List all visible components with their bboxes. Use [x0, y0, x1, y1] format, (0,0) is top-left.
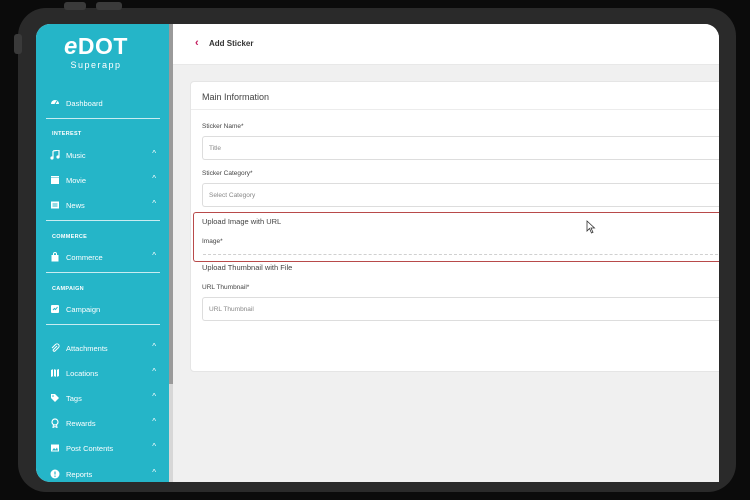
sidebar-item-attachments[interactable]: Attachments ^	[50, 340, 162, 356]
image-dropzone-line[interactable]	[203, 254, 719, 255]
sidebar-item-campaign[interactable]: Campaign	[50, 301, 162, 317]
sidebar-divider	[46, 324, 160, 325]
section-label-interest: INTEREST	[52, 131, 82, 137]
device-button	[14, 34, 22, 54]
image-icon	[50, 443, 60, 453]
campaign-icon	[50, 304, 60, 314]
device-button	[64, 2, 86, 10]
paperclip-icon	[50, 343, 60, 353]
section-label-commerce: COMMERCE	[52, 234, 88, 240]
chevron-up-icon[interactable]: ^	[152, 251, 156, 260]
section-label-campaign: CAMPAIGN	[52, 286, 84, 292]
sticker-category-label: Sticker Category*	[202, 170, 253, 177]
sidebar-item-movie[interactable]: Movie ^	[50, 172, 162, 188]
sidebar-item-reports[interactable]: Reports ^	[50, 466, 162, 482]
chevron-up-icon[interactable]: ^	[152, 367, 156, 376]
sticker-name-field[interactable]	[202, 136, 719, 160]
clapperboard-icon	[50, 175, 60, 185]
main-content: ‹ Add Sticker Main Information Sticker N…	[173, 24, 719, 482]
sidebar-item-post-contents[interactable]: Post Contents ^	[50, 440, 162, 456]
card-header: Main Information	[191, 82, 719, 110]
report-icon	[50, 469, 60, 479]
sidebar-item-tags[interactable]: Tags ^	[50, 390, 162, 406]
shopping-bag-icon	[50, 252, 60, 262]
url-thumbnail-field[interactable]	[202, 297, 719, 321]
sidebar-item-locations[interactable]: Locations ^	[50, 365, 162, 381]
music-note-icon	[50, 150, 60, 160]
sidebar-item-dashboard[interactable]: Dashboard	[50, 95, 162, 111]
sidebar-item-label: Reports	[66, 469, 93, 479]
sidebar-item-label: Locations	[66, 368, 99, 378]
sidebar-divider	[46, 118, 160, 119]
screen: eDOT Superapp Dashboard INTEREST Music ^…	[36, 24, 719, 482]
sidebar-divider	[46, 272, 160, 273]
chevron-up-icon[interactable]: ^	[152, 392, 156, 401]
sidebar-item-rewards[interactable]: Rewards ^	[50, 415, 162, 431]
sticker-name-label: Sticker Name*	[202, 123, 244, 130]
sidebar-item-label: Dashboard	[66, 98, 103, 108]
upload-thumbnail-section-title: Upload Thumbnail with File	[202, 263, 293, 272]
sidebar: eDOT Superapp Dashboard INTEREST Music ^…	[36, 24, 169, 482]
sticker-name-input[interactable]	[203, 138, 709, 159]
sidebar-item-label: Rewards	[66, 418, 96, 428]
tag-icon	[50, 393, 60, 403]
card-title: Main Information	[202, 92, 270, 102]
sidebar-item-label: News	[66, 200, 85, 210]
sidebar-item-label: Attachments	[66, 343, 108, 353]
back-chevron-icon[interactable]: ‹	[195, 37, 199, 49]
map-icon	[50, 368, 60, 378]
chevron-up-icon[interactable]: ^	[152, 149, 156, 158]
sidebar-item-label: Movie	[66, 175, 87, 185]
sticker-category-select[interactable]	[202, 183, 719, 207]
dashboard-icon	[50, 98, 60, 108]
logo-e: e	[64, 33, 78, 60]
sidebar-item-commerce[interactable]: Commerce ^	[50, 249, 162, 265]
sidebar-item-news[interactable]: News ^	[50, 197, 162, 213]
device-button	[96, 2, 122, 10]
chevron-up-icon[interactable]: ^	[152, 199, 156, 208]
sidebar-divider	[46, 220, 160, 221]
topbar: ‹ Add Sticker	[173, 24, 719, 65]
sticker-category-input[interactable]	[203, 185, 709, 206]
chevron-up-icon[interactable]: ^	[152, 417, 156, 426]
sidebar-item-label: Post Contents	[66, 443, 114, 453]
logo-text: DOT	[77, 33, 128, 59]
sidebar-item-label: Tags	[66, 393, 82, 403]
sidebar-item-label: Commerce	[66, 252, 103, 262]
mouse-cursor-icon	[586, 220, 596, 239]
sidebar-item-music[interactable]: Music ^	[50, 147, 162, 163]
chevron-up-icon[interactable]: ^	[152, 174, 156, 183]
url-thumbnail-input[interactable]	[203, 299, 709, 320]
sidebar-item-label: Campaign	[66, 304, 101, 314]
chevron-up-icon[interactable]: ^	[152, 342, 156, 351]
chevron-up-icon[interactable]: ^	[152, 442, 156, 451]
page-title: Add Sticker	[209, 39, 254, 48]
url-thumbnail-label: URL Thumbnail*	[202, 284, 250, 291]
sidebar-item-label: Music	[66, 150, 86, 160]
logo-subtitle: Superapp	[70, 60, 122, 70]
chevron-up-icon[interactable]: ^	[152, 468, 156, 477]
award-icon	[50, 418, 60, 428]
app-logo[interactable]: eDOT Superapp	[46, 34, 146, 70]
newspaper-icon	[50, 200, 60, 210]
